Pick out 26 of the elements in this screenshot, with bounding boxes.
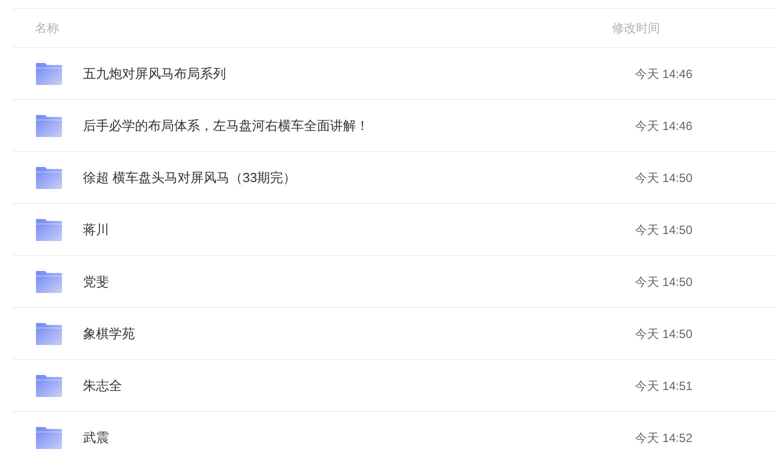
modified-time: 今天 14:52 [635, 430, 692, 446]
folder-icon [35, 374, 63, 398]
folder-icon [35, 218, 63, 242]
file-name[interactable]: 五九炮对屏风马布局系列 [83, 64, 635, 84]
modified-time: 今天 14:51 [635, 378, 692, 394]
folder-icon [35, 426, 63, 450]
folder-icon [35, 270, 63, 294]
folder-icon [35, 166, 63, 190]
modified-time: 今天 14:50 [635, 222, 692, 238]
folder-icon [35, 62, 63, 86]
modified-time: 今天 14:50 [635, 326, 692, 342]
file-name[interactable]: 朱志全 [83, 376, 635, 396]
modified-time: 今天 14:50 [635, 170, 692, 186]
modified-time: 今天 14:50 [635, 274, 692, 290]
file-name[interactable]: 党斐 [83, 272, 635, 292]
folder-icon [35, 114, 63, 138]
column-header: 修改时间 [612, 20, 660, 37]
file-name[interactable]: 武震 [83, 428, 635, 448]
file-name[interactable]: 蒋川 [83, 220, 635, 240]
file-name[interactable]: 象棋学苑 [83, 324, 635, 344]
column-header: 名称 [35, 20, 60, 37]
modified-time: 今天 14:46 [635, 66, 692, 82]
modified-time: 今天 14:46 [635, 118, 692, 134]
file-name[interactable]: 徐超 横车盘头马对屏风马（33期完） [83, 168, 635, 188]
file-name[interactable]: 后手必学的布局体系，左马盘河右横车全面讲解！ [83, 116, 635, 136]
folder-icon [35, 322, 63, 346]
